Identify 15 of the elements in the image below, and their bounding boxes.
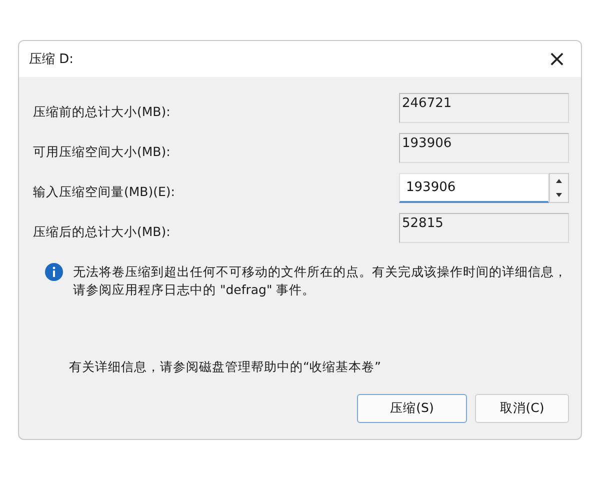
field-label: 压缩后的总计大小(MB):	[33, 222, 170, 240]
field-label: 压缩前的总计大小(MB):	[33, 102, 170, 120]
field-label: 可用压缩空间大小(MB):	[33, 142, 170, 160]
window-title: 压缩 D:	[29, 51, 74, 68]
info-message: 无法将卷压缩到超出任何不可移动的文件所在的点。有关完成该操作时间的详细信息，请参阅应用程序日志中的 "defrag" 事件。	[73, 263, 568, 299]
close-button[interactable]: ×	[539, 44, 575, 74]
help-text: 有关详细信息，请参阅磁盘管理帮助中的“收缩基本卷”	[69, 359, 382, 376]
input-field[interactable]: 193906	[399, 173, 549, 203]
field-label: 输入压缩空间量(MB)(E):	[33, 182, 175, 200]
shrink-button[interactable]: 压缩(S)	[357, 394, 467, 423]
readonly-field: 193906	[399, 133, 569, 163]
readonly-field: 246721	[399, 93, 569, 123]
info-icon	[45, 263, 63, 281]
readonly-field: 52815	[399, 213, 569, 243]
cancel-button[interactable]: 取消(C)	[475, 394, 569, 423]
